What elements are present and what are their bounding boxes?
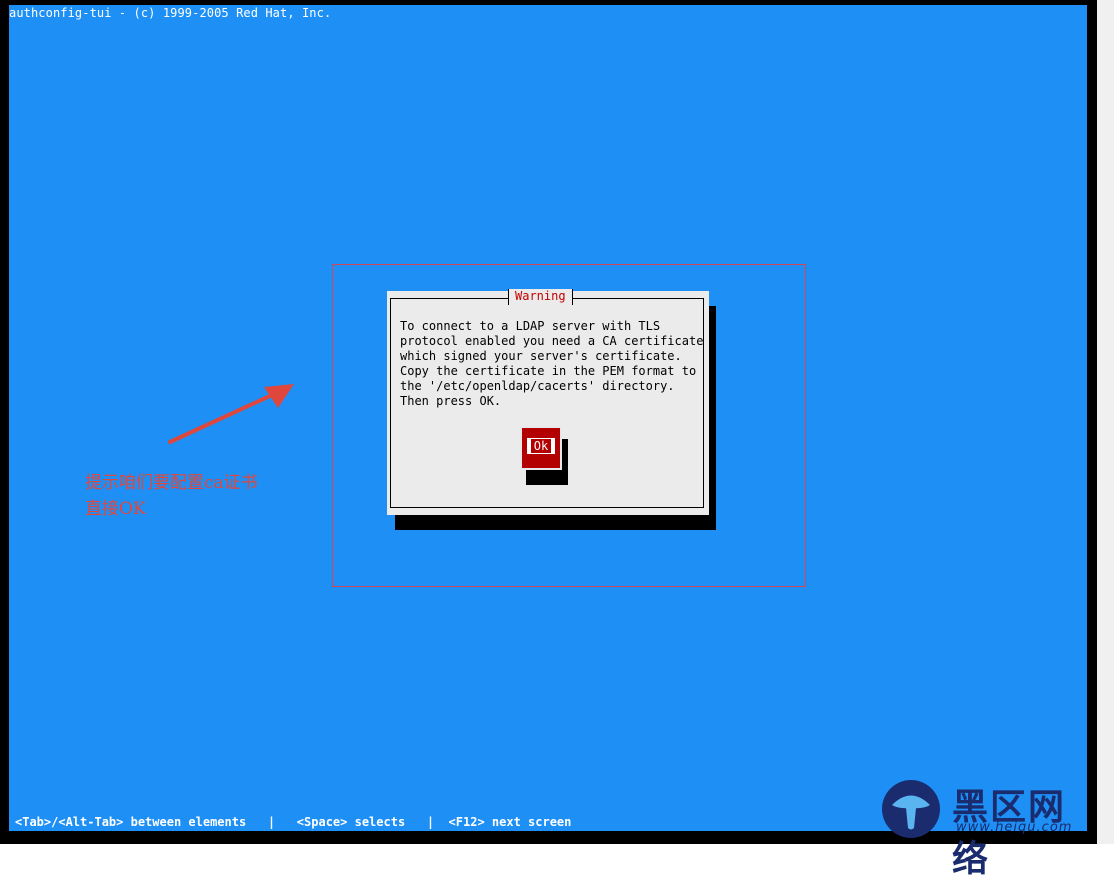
annotation-line-2: 直接OK	[85, 499, 146, 519]
annotation-text: 提示咱们要配置ca证书 直接OK	[85, 470, 315, 522]
annotation-arrow-icon	[168, 384, 294, 444]
ok-button-face[interactable]: Ok	[527, 438, 555, 454]
ok-button-label: Ok	[530, 439, 552, 453]
help-space: <Space> selects	[296, 815, 406, 829]
watermark-url: www.heiqu.com	[956, 820, 1073, 835]
help-separator: |	[267, 815, 276, 829]
help-f12: <F12> next screen	[448, 815, 572, 829]
help-line: <Tab>/<Alt-Tab> between elements | <Spac…	[15, 815, 571, 829]
dialog-title: Warning	[508, 289, 573, 305]
help-tab: <Tab>/<Alt-Tab> between elements	[15, 815, 247, 829]
dialog-message: To connect to a LDAP server with TLS pro…	[400, 319, 704, 408]
annotation-line-1: 提示咱们要配置ca证书	[85, 473, 258, 493]
window-edge	[1097, 0, 1114, 844]
ok-button[interactable]: Ok	[520, 426, 562, 470]
terminal-title: authconfig-tui - (c) 1999-2005 Red Hat, …	[9, 6, 332, 20]
mushroom-logo-icon	[882, 780, 940, 838]
help-separator: |	[426, 815, 435, 829]
warning-dialog: Warning To connect to a LDAP server with…	[387, 289, 709, 515]
watermark: 黑区网络 www.heiqu.com	[880, 778, 1100, 880]
